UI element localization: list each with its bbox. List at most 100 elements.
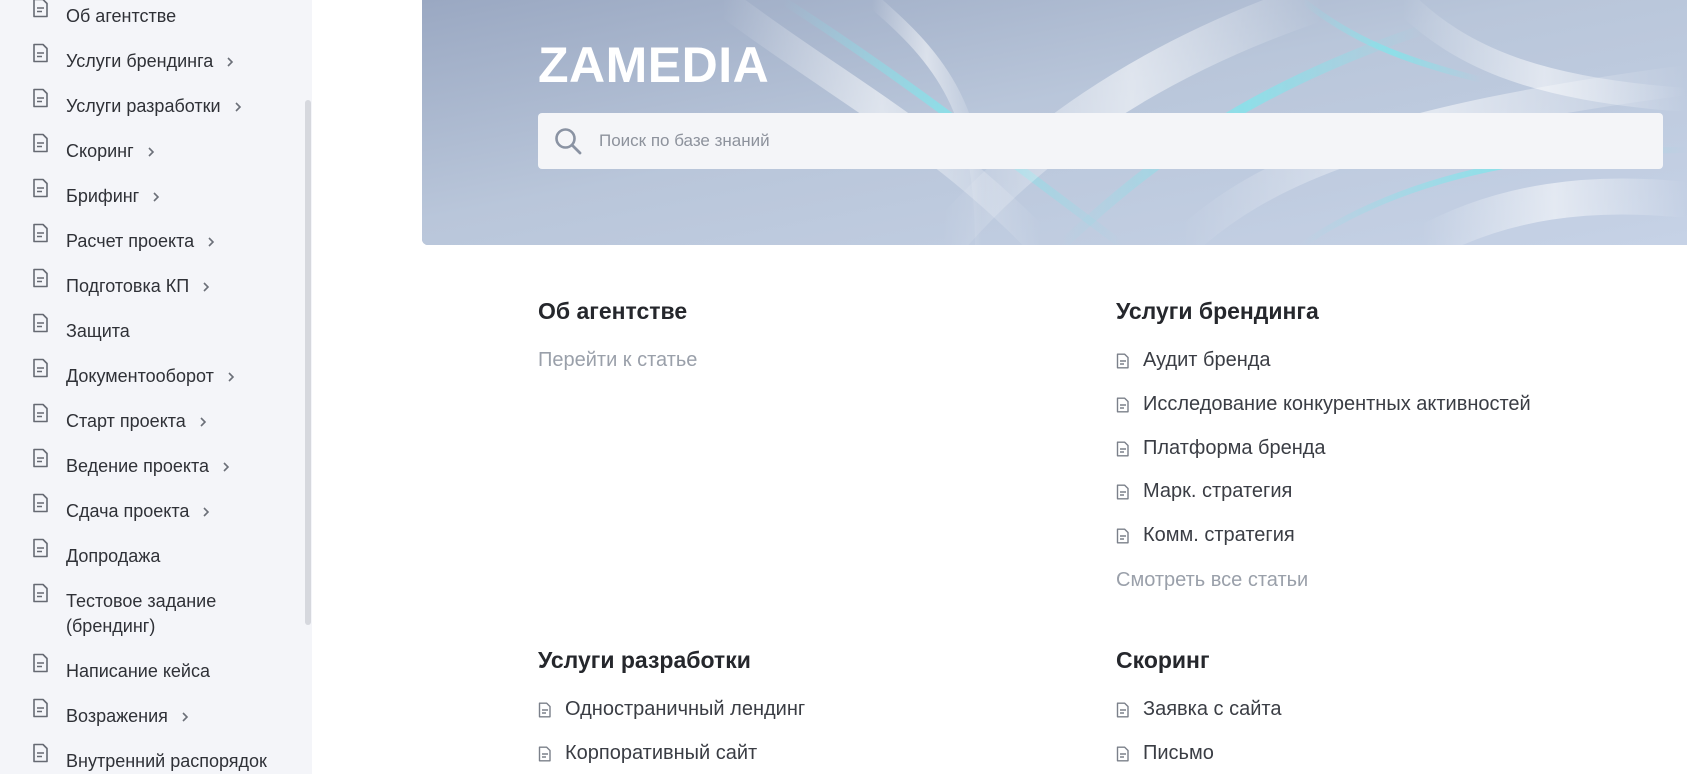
document-icon xyxy=(538,702,551,717)
document-icon xyxy=(33,178,48,198)
article-link[interactable]: Одностраничный лендинг xyxy=(538,698,805,721)
document-icon xyxy=(33,133,48,153)
document-icon xyxy=(33,358,48,378)
document-icon xyxy=(33,448,48,468)
document-icon xyxy=(33,583,48,603)
sidebar-item-label: Возражения xyxy=(66,706,168,726)
sidebar-item-label: Расчет проекта xyxy=(66,231,195,251)
document-icon xyxy=(1116,441,1129,456)
section-about: Об агентстве xyxy=(538,298,687,325)
article-title: Заявка с сайта xyxy=(1143,698,1282,720)
chevron-right-icon[interactable] xyxy=(221,460,231,474)
chevron-right-icon[interactable] xyxy=(201,505,211,519)
article-title: Письмо xyxy=(1143,742,1214,764)
sidebar-item-label: Документооборот xyxy=(66,366,214,386)
sidebar-item-label: Об агентстве xyxy=(66,6,177,26)
sidebar-item-label: Услуги брендинга xyxy=(66,51,214,71)
article-title: Платформа бренда xyxy=(1143,437,1326,459)
section-title[interactable]: Об агентстве xyxy=(538,298,687,325)
chevron-right-icon[interactable] xyxy=(198,415,208,429)
search-bar[interactable] xyxy=(538,113,1663,169)
article-link[interactable]: Заявка с сайта xyxy=(1116,698,1281,721)
sidebar: Об агентстве Услуги брендинга Услуги раз… xyxy=(0,0,312,774)
section-title[interactable]: Услуги брендинга xyxy=(1116,298,1319,325)
article-link[interactable]: Платформа бренда xyxy=(1116,437,1326,460)
document-icon xyxy=(33,268,48,288)
sidebar-item-project-start[interactable]: Старт проекта xyxy=(32,403,208,434)
article-link[interactable]: Письмо xyxy=(1116,742,1214,765)
search-icon xyxy=(555,128,582,155)
article-link[interactable]: Аудит бренда xyxy=(1116,349,1271,372)
document-icon xyxy=(33,223,48,243)
document-icon xyxy=(538,746,551,761)
article-link[interactable]: Корпоративный сайт xyxy=(538,742,757,765)
go-to-article-link[interactable]: Перейти к статье xyxy=(538,349,697,372)
sidebar-item-proposal[interactable]: Подготовка КП xyxy=(32,268,211,299)
search-input[interactable] xyxy=(597,130,1501,152)
sidebar-item-label: Тестовое задание (брендинг) xyxy=(66,589,216,639)
sidebar-item-briefing[interactable]: Брифинг xyxy=(32,178,161,209)
sidebar-item-case-writing[interactable]: Написание кейса xyxy=(32,653,210,684)
document-icon xyxy=(33,0,48,18)
article-title: Одностраничный лендинг xyxy=(565,698,806,720)
sidebar-item-project-management[interactable]: Ведение проекта xyxy=(32,448,231,479)
section-title[interactable]: Скоринг xyxy=(1116,647,1210,674)
sidebar-item-upsell[interactable]: Допродажа xyxy=(32,538,161,569)
sidebar-item-label: Допродажа xyxy=(66,546,161,566)
document-icon xyxy=(33,653,48,673)
sidebar-item-label: Защита xyxy=(66,321,130,341)
document-icon xyxy=(33,88,48,108)
sidebar-item-about[interactable]: Об агентстве xyxy=(32,0,177,29)
chevron-right-icon[interactable] xyxy=(201,280,211,294)
sidebar-item-label: Ведение проекта xyxy=(66,456,210,476)
sidebar-item-label: Услуги разработки xyxy=(66,96,221,116)
document-icon xyxy=(1116,484,1129,499)
hero-banner: ZAMEDIA xyxy=(422,0,1687,245)
article-title: Марк. стратегия xyxy=(1143,480,1293,502)
sidebar-item-project-delivery[interactable]: Сдача проекта xyxy=(32,493,211,524)
sidebar-item-label: Написание кейса xyxy=(66,661,210,681)
document-icon xyxy=(1116,702,1129,717)
sidebar-item-label: Брифинг xyxy=(66,186,140,206)
sidebar-scrollbar[interactable] xyxy=(305,100,311,625)
document-icon xyxy=(1116,746,1129,761)
article-link[interactable]: Марк. стратегия xyxy=(1116,480,1292,503)
article-link[interactable]: Исследование конкурентных активностей xyxy=(1116,393,1531,416)
sidebar-item-scoring[interactable]: Скоринг xyxy=(32,133,156,164)
sidebar-item-branding[interactable]: Услуги брендинга xyxy=(32,43,235,74)
sidebar-item-project-estimate[interactable]: Расчет проекта xyxy=(32,223,216,254)
document-icon xyxy=(33,698,48,718)
section-development: Услуги разработки xyxy=(538,647,751,674)
chevron-right-icon[interactable] xyxy=(146,145,156,159)
article-title: Исследование конкурентных активностей xyxy=(1143,393,1531,415)
sidebar-item-test-task[interactable]: Тестовое задание (брендинг) xyxy=(32,583,216,639)
chevron-right-icon[interactable] xyxy=(180,710,190,724)
document-icon xyxy=(33,743,48,763)
document-icon xyxy=(33,538,48,558)
document-icon xyxy=(33,43,48,63)
article-title: Корпоративный сайт xyxy=(565,742,758,764)
chevron-right-icon[interactable] xyxy=(226,370,236,384)
sidebar-item-documents[interactable]: Документооборот xyxy=(32,358,236,389)
chevron-right-icon[interactable] xyxy=(151,190,161,204)
sidebar-item-development[interactable]: Услуги разработки xyxy=(32,88,243,119)
document-icon xyxy=(1116,528,1129,543)
sidebar-item-objections[interactable]: Возражения xyxy=(32,698,190,729)
see-all-articles-link[interactable]: Смотреть все статьи xyxy=(1116,569,1308,592)
chevron-right-icon[interactable] xyxy=(225,55,235,69)
article-link[interactable]: Комм. стратегия xyxy=(1116,524,1295,547)
sidebar-item-label: Старт проекта xyxy=(66,411,186,431)
document-icon xyxy=(1116,397,1129,412)
document-icon xyxy=(33,493,48,513)
section-scoring: Скоринг xyxy=(1116,647,1210,674)
section-title[interactable]: Услуги разработки xyxy=(538,647,751,674)
sidebar-item-label-line1: Тестовое задание xyxy=(66,591,217,611)
chevron-right-icon[interactable] xyxy=(206,235,216,249)
document-icon xyxy=(1116,353,1129,368)
sidebar-item-internal-rules[interactable]: Внутренний распорядок xyxy=(32,743,267,774)
chevron-right-icon[interactable] xyxy=(233,100,243,114)
sidebar-item-defense[interactable]: Защита xyxy=(32,313,130,344)
document-icon xyxy=(33,313,48,333)
article-title: Комм. стратегия xyxy=(1143,524,1295,546)
sidebar-item-label: Сдача проекта xyxy=(66,501,190,521)
